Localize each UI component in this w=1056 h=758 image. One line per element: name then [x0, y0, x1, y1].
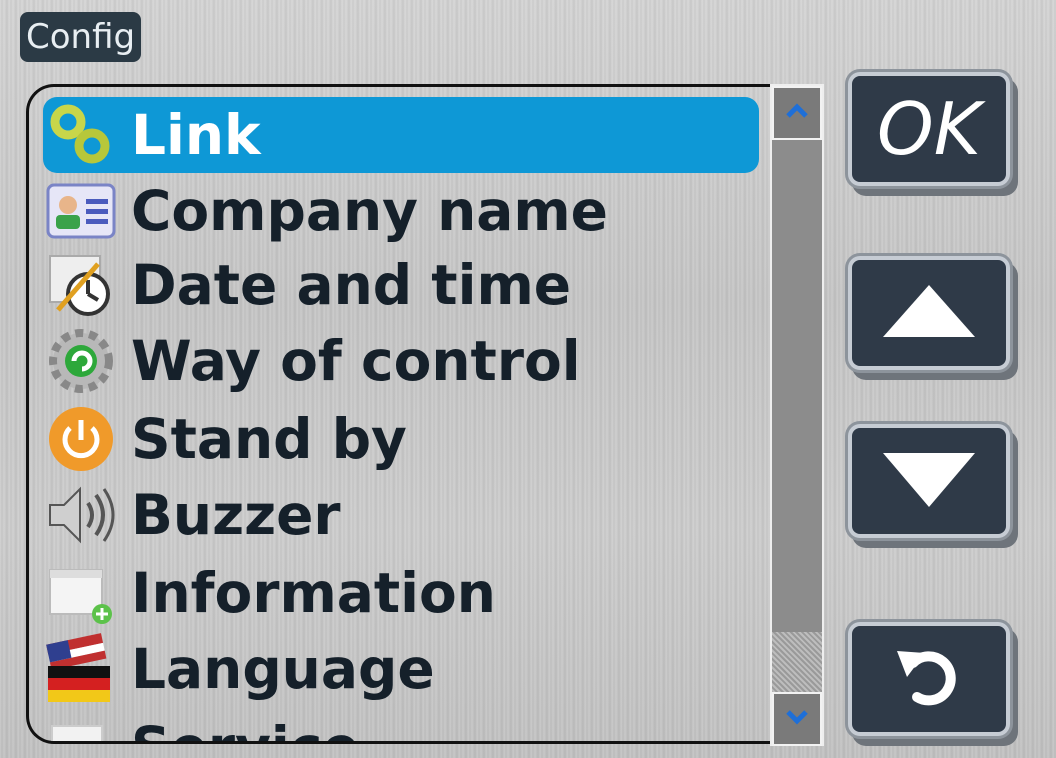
- scrollbar[interactable]: [770, 84, 824, 746]
- ok-button[interactable]: OK: [852, 76, 1006, 182]
- scroll-up-button[interactable]: [772, 86, 822, 140]
- info-window-icon: [43, 555, 119, 631]
- menu-item-stand-by[interactable]: Stand by: [43, 401, 759, 477]
- move-up-button[interactable]: [852, 260, 1006, 366]
- menu-item-label: Way of control: [131, 329, 581, 393]
- triangle-down-icon: [879, 447, 979, 515]
- menu-item-date-and-time[interactable]: Date and time: [43, 247, 759, 323]
- menu-item-buzzer[interactable]: Buzzer: [43, 477, 759, 553]
- config-menu-list: Link Company name Date and time Way of c…: [26, 84, 770, 744]
- undo-arrow-icon: [889, 637, 969, 721]
- scrollbar-thumb[interactable]: [772, 632, 822, 694]
- menu-item-label: Language: [131, 637, 435, 701]
- contact-card-icon: [43, 173, 119, 249]
- menu-item-label: Company name: [131, 179, 608, 243]
- back-button[interactable]: [852, 626, 1006, 732]
- chevron-down-icon: [784, 708, 810, 730]
- speaker-icon: [43, 477, 119, 553]
- menu-item-link[interactable]: Link: [43, 97, 759, 173]
- scroll-down-button[interactable]: [772, 692, 822, 746]
- menu-item-service[interactable]: Service: [43, 709, 759, 741]
- menu-item-way-of-control[interactable]: Way of control: [43, 323, 759, 399]
- move-down-button[interactable]: [852, 428, 1006, 534]
- link-icon: [43, 97, 119, 173]
- menu-item-company-name[interactable]: Company name: [43, 173, 759, 249]
- menu-item-label: Link: [131, 103, 261, 167]
- menu-item-information[interactable]: Information: [43, 555, 759, 631]
- window-title: Config: [20, 12, 142, 62]
- menu-item-label: Stand by: [131, 407, 407, 471]
- clock-calendar-icon: [43, 247, 119, 323]
- menu-item-label: Date and time: [131, 253, 572, 317]
- menu-item-label: Information: [131, 561, 496, 625]
- ok-button-label: OK: [877, 87, 981, 171]
- gear-refresh-icon: [43, 323, 119, 399]
- service-icon: [43, 709, 119, 741]
- power-icon: [43, 401, 119, 477]
- flags-icon: [43, 631, 119, 707]
- menu-item-language[interactable]: Language: [43, 631, 759, 707]
- menu-item-label: Buzzer: [131, 483, 341, 547]
- chevron-up-icon: [784, 102, 810, 124]
- triangle-up-icon: [879, 281, 979, 345]
- menu-item-label: Service: [131, 715, 360, 741]
